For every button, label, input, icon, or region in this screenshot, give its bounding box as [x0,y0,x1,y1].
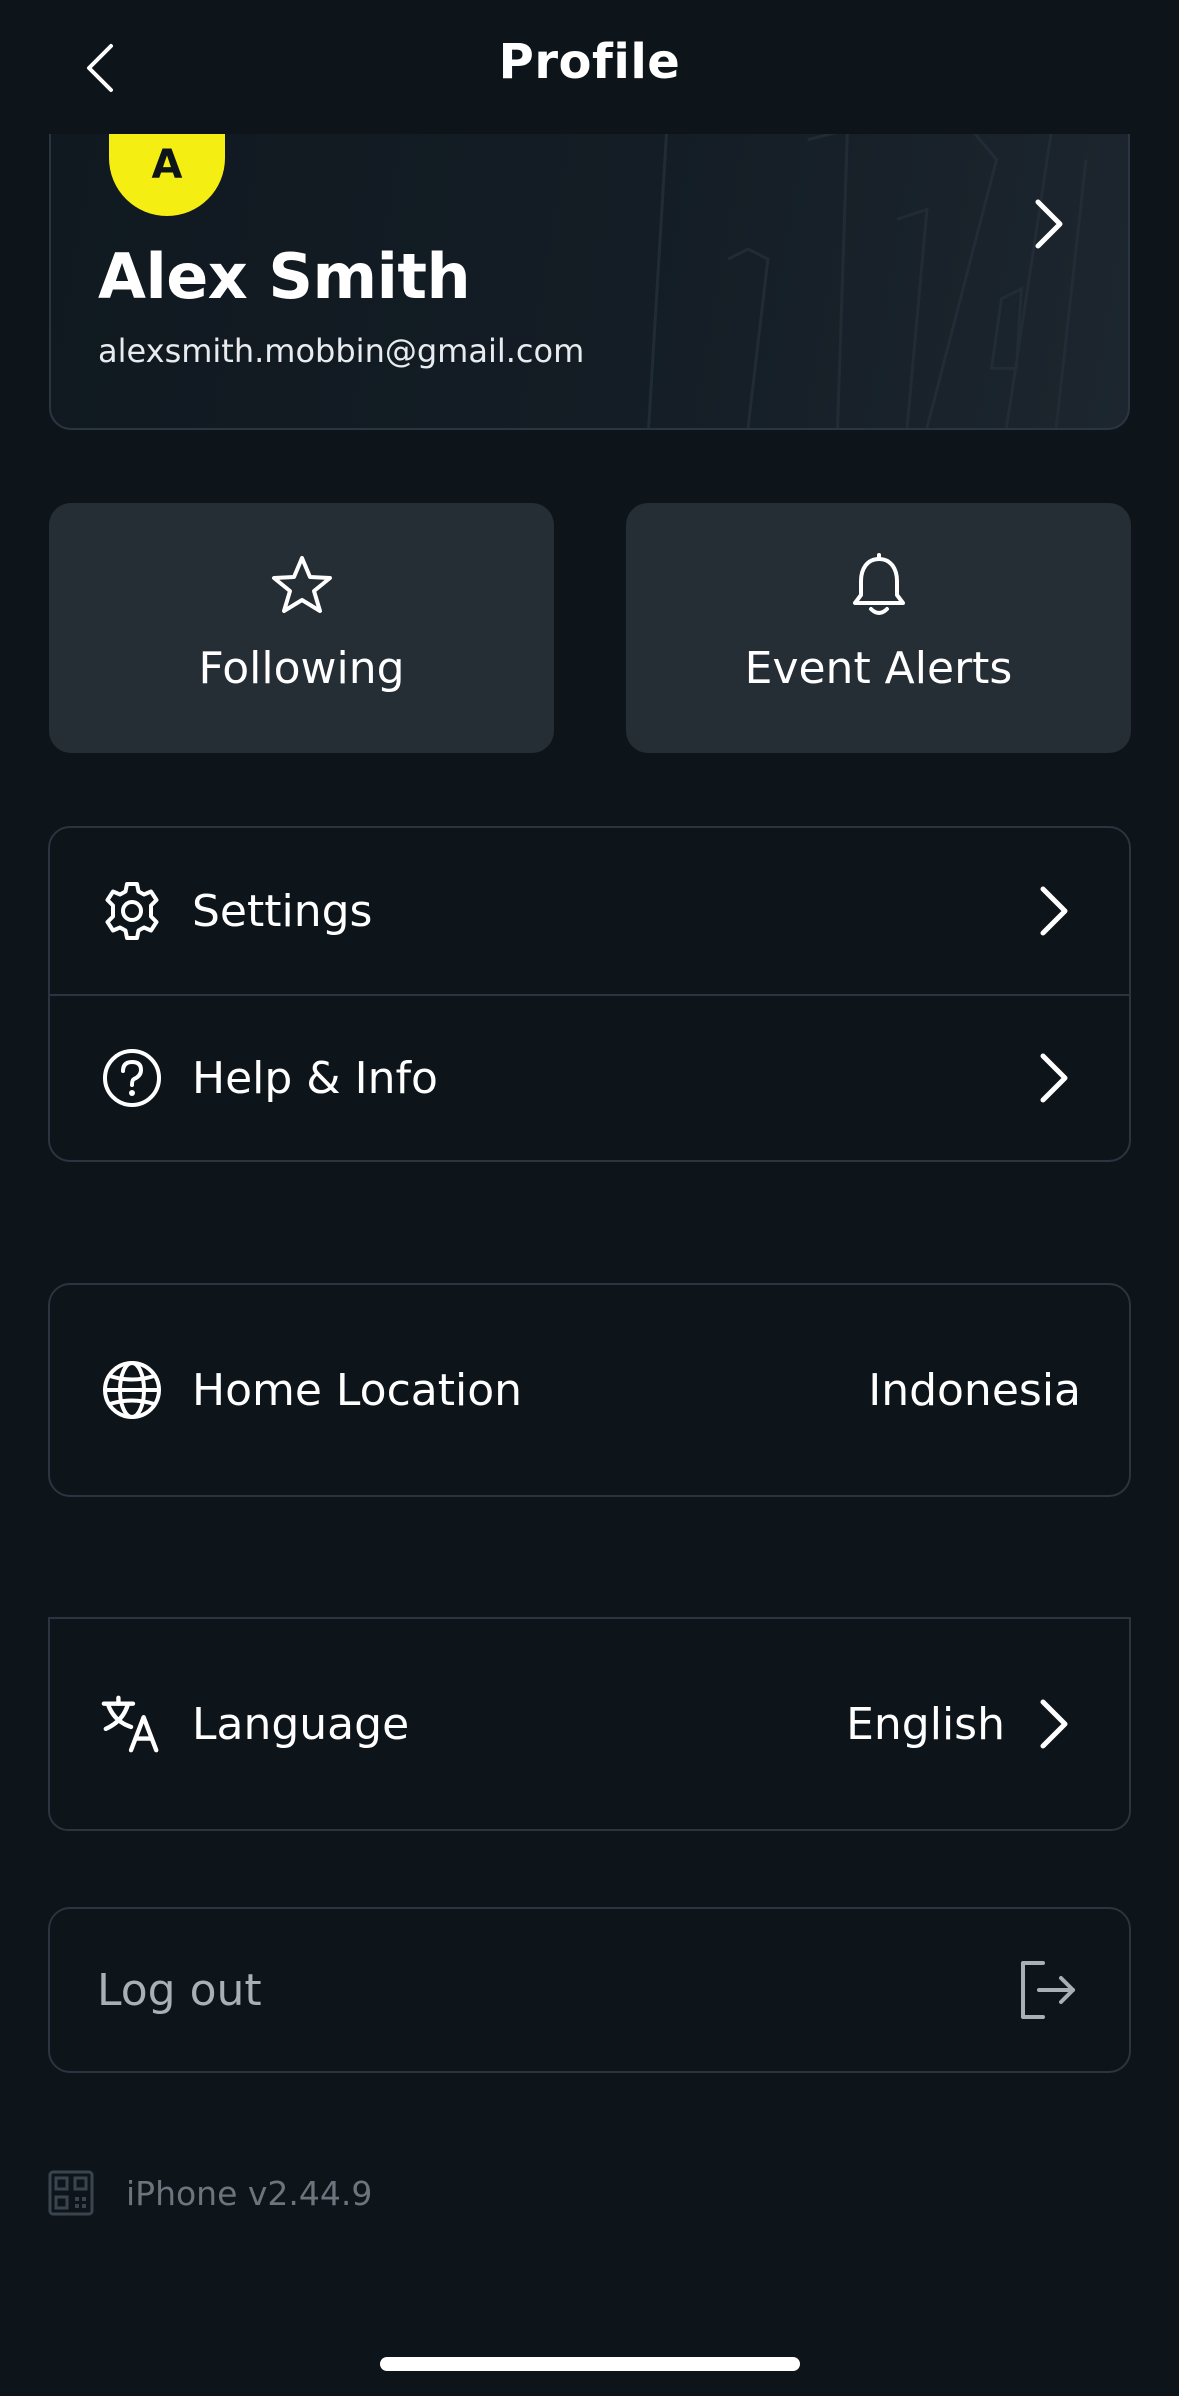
home-location-row[interactable]: Home Location Indonesia [50,1285,1129,1495]
event-alerts-label: Event Alerts [744,643,1013,694]
event-alerts-tile[interactable]: Event Alerts [626,503,1131,753]
home-location-value: Indonesia [868,1364,1081,1416]
logout-group: Log out [48,1907,1131,2073]
language-label: Language [192,1698,410,1750]
chevron-right-icon [1035,199,1063,249]
following-label: Following [198,643,405,694]
settings-label: Settings [192,885,373,937]
chevron-right-icon [1040,1699,1068,1749]
settings-row[interactable]: Settings [50,828,1129,994]
following-tile[interactable]: Following [49,503,554,753]
home-location-label: Home Location [192,1364,523,1416]
chevron-right-icon [1040,886,1068,936]
help-info-row[interactable]: Help & Info [50,994,1129,1160]
bell-icon [852,553,905,615]
version-text: iPhone v2.44.9 [126,2173,373,2213]
language-row[interactable]: Language English [50,1619,1129,1829]
gear-icon [105,882,159,940]
language-value: English [846,1698,1005,1750]
profile-card[interactable]: A Alex Smith alexsmith.mobbin@gmail.com [49,100,1130,430]
home-indicator [380,2357,800,2371]
profile-email: alexsmith.mobbin@gmail.com [98,332,585,370]
header-bar: Profile [0,0,1179,134]
qr-code-icon [48,2170,94,2216]
logout-icon [1021,1961,1075,2019]
star-icon [271,556,332,613]
globe-icon [103,1361,161,1419]
help-circle-icon [103,1049,161,1107]
home-location-group: Home Location Indonesia [48,1283,1131,1497]
menu-group: Settings Help & Info [48,826,1131,1162]
language-group: Language English [48,1617,1131,1831]
help-info-label: Help & Info [192,1052,438,1104]
profile-screen: Profile A Alex Smith alexsmith.mobbin@gm… [0,0,1179,2396]
app-version: iPhone v2.44.9 [48,2170,372,2216]
chevron-right-icon [1040,1053,1068,1103]
page-title: Profile [498,34,681,90]
logout-row[interactable]: Log out [50,1909,1129,2071]
translate-icon [101,1695,159,1753]
logout-label: Log out [97,1964,262,2016]
profile-name: Alex Smith [98,240,471,313]
